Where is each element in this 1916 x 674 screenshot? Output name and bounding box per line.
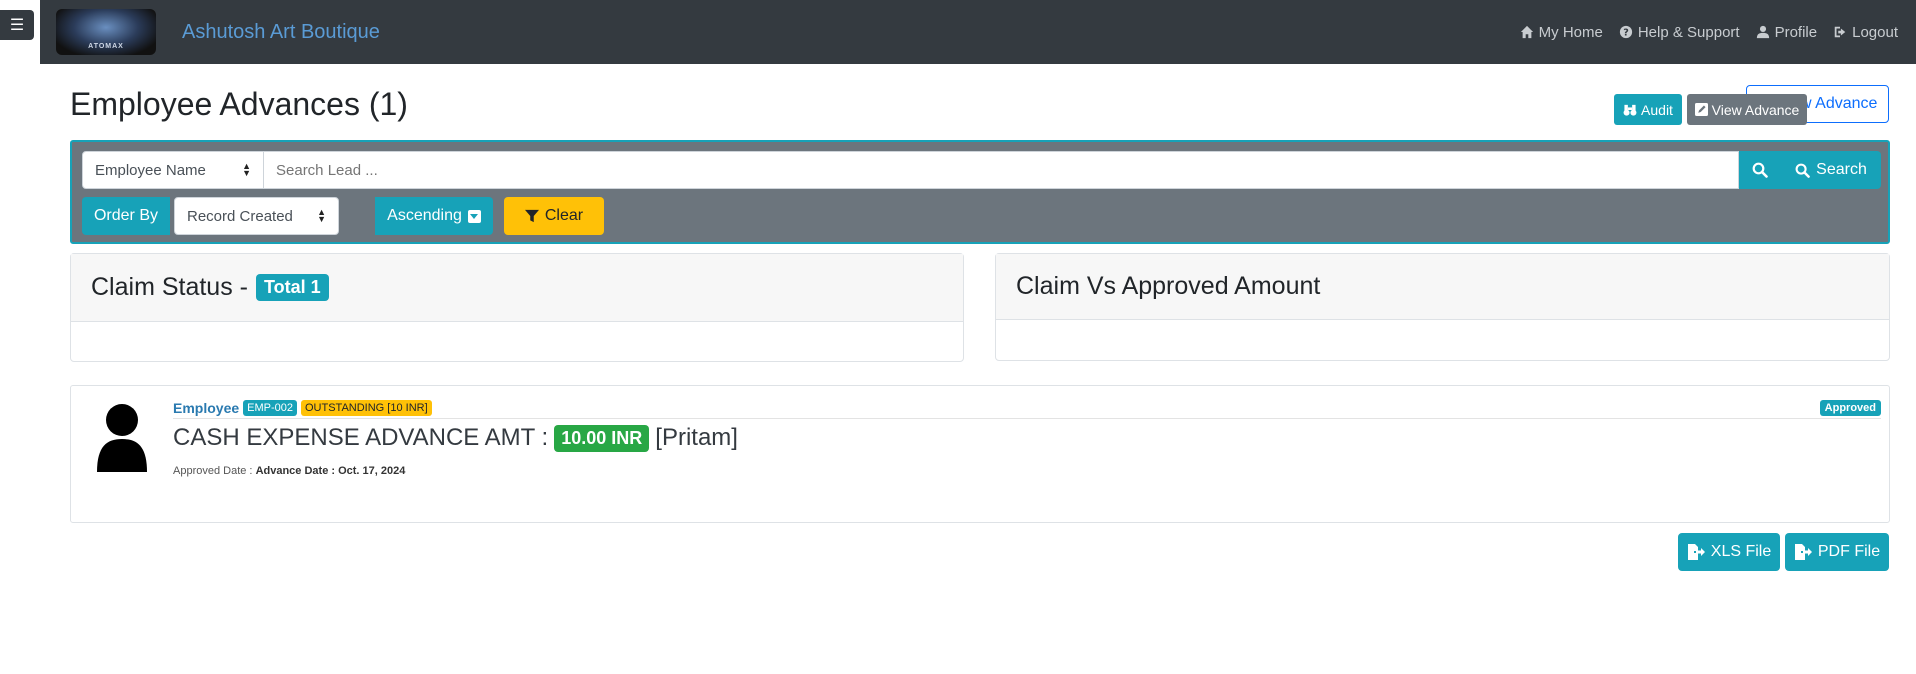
- search-field-value: Employee Name: [95, 161, 206, 179]
- advance-title: CASH EXPENSE ADVANCE AMT :: [173, 424, 549, 451]
- order-by-select[interactable]: Record Created ▲ ▼: [174, 197, 339, 235]
- date-line: Approved Date : Advance Date : Oct. 17, …: [173, 465, 405, 477]
- approved-date-label: Approved Date :: [173, 465, 253, 477]
- advance-person: [Pritam]: [655, 424, 738, 451]
- filter-icon: [524, 209, 539, 223]
- brand-name[interactable]: Ashutosh Art Boutique: [182, 21, 380, 44]
- nav-help-label: Help & Support: [1637, 23, 1740, 41]
- order-by-value: Record Created: [187, 207, 293, 225]
- advance-date: Advance Date : Oct. 17, 2024: [255, 465, 406, 477]
- page-title: Employee Advances (1): [70, 86, 408, 122]
- claim-total-badge: Total 1: [255, 274, 329, 301]
- search-button[interactable]: Search: [1781, 151, 1881, 189]
- employee-label: Employee: [173, 400, 240, 416]
- claim-status-header: Claim Status - Total 1: [71, 254, 963, 322]
- avatar-user-icon: [97, 404, 147, 472]
- employee-line: Employee EMP-002 OUTSTANDING [10 INR]: [173, 400, 432, 416]
- export-xls-button[interactable]: XLS File: [1678, 533, 1780, 571]
- search-panel: Employee Name ▲▼ Search Order By Record …: [70, 140, 1890, 244]
- status-badge: Approved: [1819, 400, 1881, 416]
- advance-amount-line: CASH EXPENSE ADVANCE AMT : 10.00 INR [Pr…: [173, 424, 738, 452]
- nav-help-support[interactable]: ? Help & Support: [1619, 24, 1740, 41]
- clear-label: Clear: [544, 207, 584, 224]
- amount-badge: 10.00 INR: [554, 424, 650, 452]
- binoculars-icon: [1623, 104, 1637, 116]
- search-button-label: Search: [1816, 161, 1867, 178]
- nav-links: My Home ? Help & Support Profile Logout: [1520, 24, 1898, 41]
- sort-direction-button[interactable]: Ascending: [375, 197, 493, 235]
- search-field-select[interactable]: Employee Name ▲ ▼: [82, 151, 264, 189]
- export-pdf-button[interactable]: PDF File: [1785, 533, 1889, 571]
- nav-logout[interactable]: Logout: [1833, 24, 1898, 41]
- view-advance-label: View Advance: [1711, 101, 1800, 118]
- employee-code-badge: EMP-002: [243, 400, 297, 416]
- nav-profile[interactable]: Profile: [1756, 23, 1818, 41]
- top-navbar: ATOMAX Ashutosh Art Boutique My Home ? H…: [40, 0, 1916, 64]
- svg-text:?: ?: [1623, 28, 1629, 39]
- divider: [173, 418, 1881, 419]
- search-icon-button[interactable]: [1739, 151, 1781, 189]
- claim-vs-approved-card: Claim Vs Approved Amount: [995, 253, 1890, 361]
- caret-square-down-icon: [467, 209, 481, 223]
- home-icon: [1520, 25, 1533, 39]
- search-icon: [1795, 163, 1810, 178]
- user-icon: [1756, 25, 1769, 39]
- nav-my-home[interactable]: My Home: [1520, 24, 1603, 41]
- pdf-label: PDF File: [1817, 543, 1881, 560]
- edit-square-icon: [1694, 103, 1708, 116]
- claim-status-title: Claim Status -: [91, 273, 248, 301]
- select-caret-icon: ▲ ▼: [242, 161, 251, 178]
- file-export-icon: [1794, 544, 1812, 560]
- logo-text: ATOMAX: [88, 43, 124, 50]
- nav-logout-label: Logout: [1852, 23, 1898, 41]
- claim-status-card: Claim Status - Total 1: [70, 253, 964, 362]
- sign-out-icon: [1834, 26, 1846, 38]
- clear-filter-button[interactable]: Clear: [504, 197, 604, 235]
- outstanding-badge: OUTSTANDING [10 INR]: [301, 400, 432, 416]
- select-caret-icon: ▲ ▼: [317, 207, 326, 224]
- question-circle-icon: ?: [1619, 25, 1632, 39]
- claim-vs-approved-title: Claim Vs Approved Amount: [1016, 272, 1321, 300]
- advance-list-item: Employee EMP-002 OUTSTANDING [10 INR] Ap…: [70, 385, 1890, 523]
- hamburger-icon: ☰: [9, 17, 25, 34]
- xls-label: XLS File: [1710, 543, 1772, 560]
- brand-logo[interactable]: ATOMAX: [56, 9, 156, 55]
- order-by-label: Order By: [82, 197, 170, 235]
- nav-my-home-label: My Home: [1538, 23, 1603, 41]
- claim-vs-approved-header: Claim Vs Approved Amount: [996, 254, 1889, 320]
- sidebar-toggle-button[interactable]: ☰: [0, 10, 34, 40]
- sort-direction-label: Ascending: [387, 207, 462, 224]
- audit-label: Audit: [1641, 101, 1673, 118]
- search-input[interactable]: [264, 151, 1739, 189]
- view-advance-button[interactable]: View Advance: [1687, 94, 1807, 125]
- nav-profile-label: Profile: [1774, 23, 1818, 41]
- audit-button[interactable]: Audit: [1614, 94, 1682, 125]
- search-icon: [1752, 162, 1768, 178]
- file-export-icon: [1687, 544, 1705, 560]
